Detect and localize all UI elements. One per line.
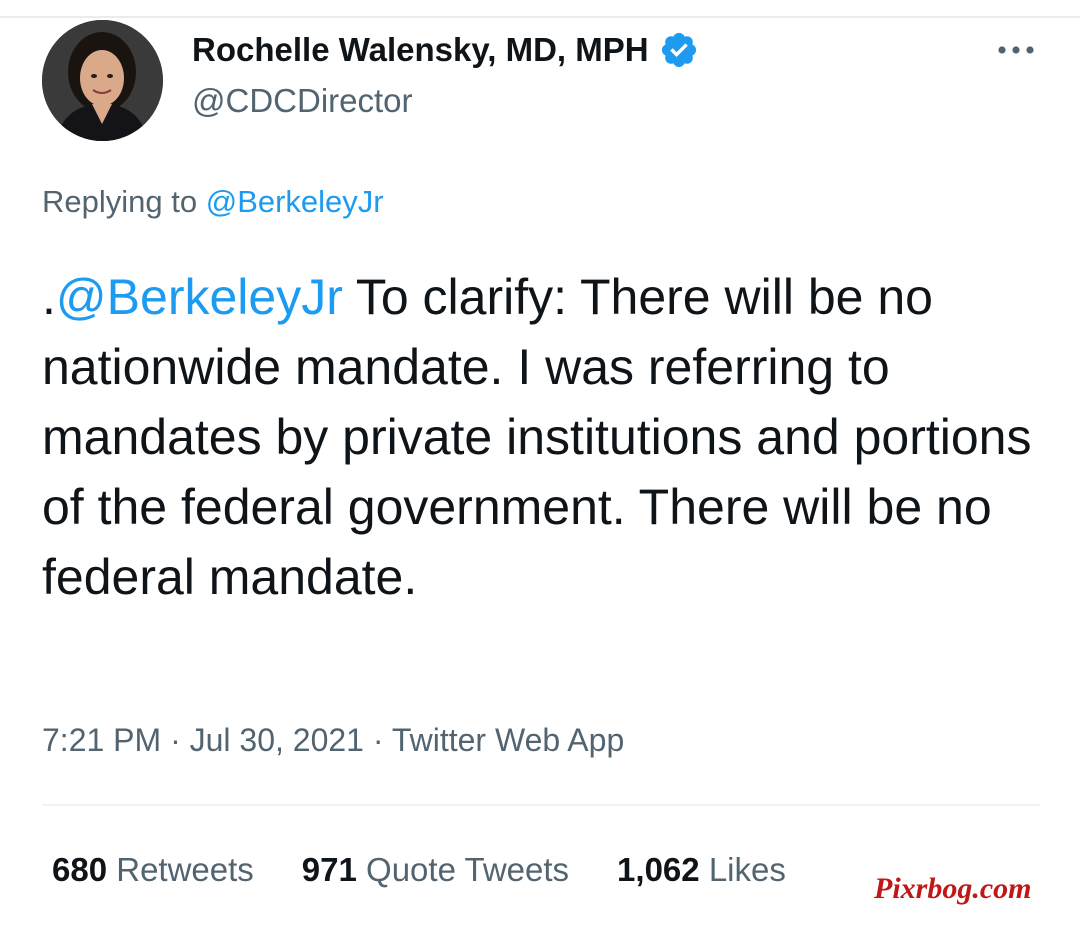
tweet-text: .@BerkeleyJr To clarify: There will be n… — [42, 262, 1052, 612]
author-display-name[interactable]: Rochelle Walensky, MD, MPH — [192, 31, 649, 69]
meta-separator-2: · — [363, 722, 392, 758]
likes-count: 1,062 — [617, 851, 700, 888]
author-name[interactable]: Rochelle Walensky, MD, MPH — [192, 30, 699, 70]
quote-tweets-count: 971 — [301, 851, 357, 888]
replying-to-label: Replying to — [42, 184, 198, 219]
retweets-count: 680 — [52, 851, 108, 888]
engagement-stats: 680 Retweets 971 Quote Tweets 1,062 Like… — [52, 851, 834, 889]
top-divider — [0, 16, 1080, 18]
verified-badge-icon — [659, 30, 699, 70]
tweet-meta: 7:21 PM · Jul 30, 2021 · Twitter Web App — [42, 722, 624, 759]
quote-tweets-stat[interactable]: 971 Quote Tweets — [302, 851, 569, 889]
meta-separator-1: · — [161, 722, 190, 758]
stats-divider — [42, 804, 1040, 806]
retweets-stat[interactable]: 680 Retweets — [52, 851, 254, 889]
tweet-lead-dot: . — [42, 269, 56, 325]
watermark: Pixrbog.com — [874, 872, 1032, 905]
likes-stat[interactable]: 1,062 Likes — [617, 851, 786, 889]
profile-photo — [42, 20, 163, 141]
tweet-date[interactable]: Jul 30, 2021 — [190, 722, 364, 758]
tweet-source[interactable]: Twitter Web App — [392, 722, 624, 758]
tweet-time[interactable]: 7:21 PM — [42, 722, 161, 758]
author-handle[interactable]: @CDCDirector — [192, 82, 413, 120]
quote-tweets-label: Quote Tweets — [366, 851, 570, 888]
replying-to-handle-link[interactable]: @BerkeleyJr — [206, 184, 384, 219]
replying-to: Replying to @BerkeleyJr — [42, 184, 384, 220]
retweets-label: Retweets — [116, 851, 254, 888]
tweet-mention-link[interactable]: @BerkeleyJr — [56, 269, 343, 325]
more-options-icon[interactable] — [994, 38, 1038, 62]
avatar[interactable] — [42, 20, 163, 141]
likes-label: Likes — [708, 851, 786, 888]
